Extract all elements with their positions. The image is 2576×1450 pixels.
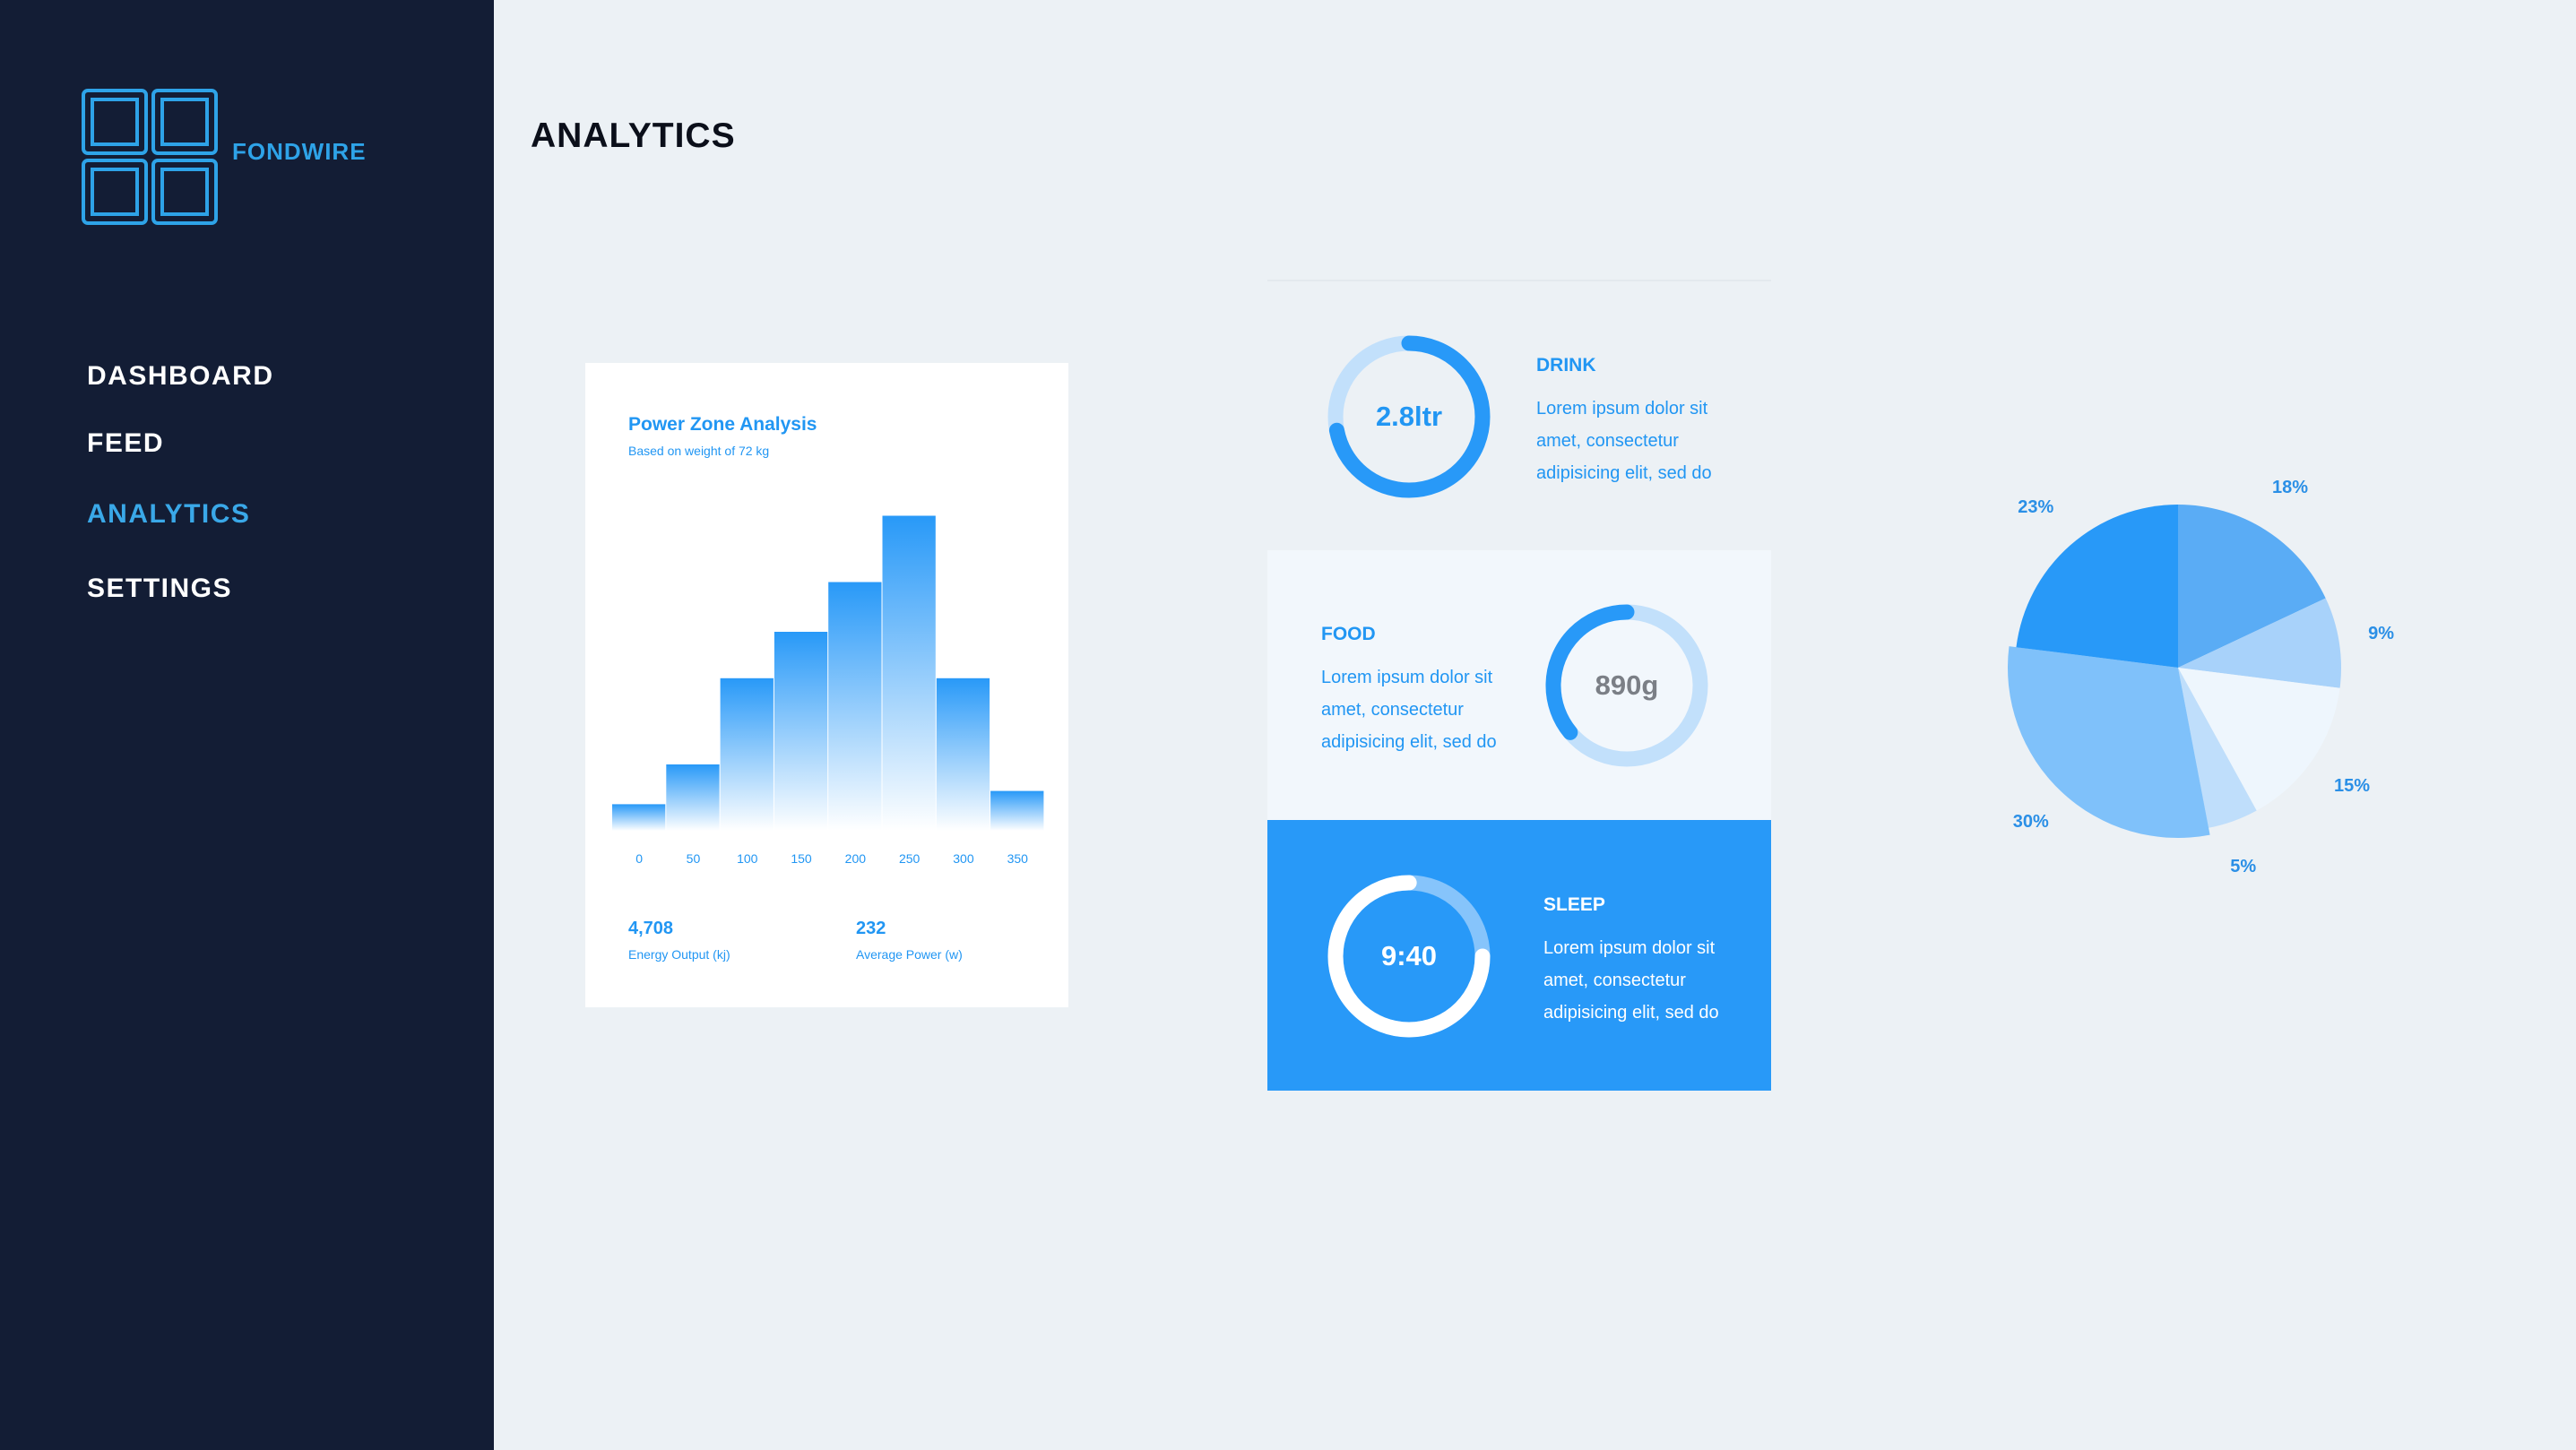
drink-value: 2.8ltr	[1375, 401, 1443, 432]
x-tick-label: 300	[953, 851, 974, 866]
nav-item-analytics[interactable]: ANALYTICS	[87, 499, 250, 530]
sleep-panel: 9:40 SLEEP Lorem ipsum dolor sit amet, c…	[1267, 820, 1771, 1091]
sleep-text: Lorem ipsum dolor sit amet, consectetur …	[1543, 938, 1719, 1023]
power-histogram: 0 50 100 150 200 250 300 350	[612, 515, 1044, 866]
page-title: ANALYTICS	[531, 117, 736, 155]
pie-slice-label: 9%	[2368, 623, 2394, 643]
histogram-bar	[990, 790, 1044, 831]
sleep-heading: SLEEP	[1543, 894, 1605, 915]
nav-item-settings[interactable]: SETTINGS	[87, 574, 232, 604]
food-heading: FOOD	[1321, 624, 1376, 644]
histogram-bar	[666, 764, 720, 831]
histogram-bar	[882, 515, 936, 831]
histogram-bar	[612, 804, 666, 831]
drink-heading: DRINK	[1536, 355, 1596, 375]
drink-panel: 2.8ltr DRINK Lorem ipsum dolor sit amet,…	[1267, 281, 1771, 552]
pie-slice-label: 23%	[2018, 497, 2054, 518]
histogram-bar	[828, 582, 882, 831]
x-tick-label: 0	[635, 851, 643, 866]
sleep-value: 9:40	[1380, 940, 1438, 971]
grid-logo-icon	[82, 89, 218, 225]
average-power-value: 232	[856, 919, 886, 938]
food-text: Lorem ipsum dolor sit amet, consectetur …	[1321, 668, 1497, 752]
average-power-label: Average Power (w)	[856, 947, 963, 962]
x-tick-label: 100	[737, 851, 758, 866]
histogram-bar	[774, 632, 828, 831]
energy-output-label: Energy Output (kj)	[628, 947, 730, 962]
histogram-bar	[720, 678, 774, 831]
power-zone-card: Power Zone Analysis Based on weight of 7…	[585, 363, 1068, 1007]
x-tick-label: 200	[845, 851, 867, 866]
brand-name: FONDWIRE	[232, 138, 367, 165]
pie-slice-label: 5%	[2230, 856, 2257, 876]
drink-text: Lorem ipsum dolor sit amet, consectetur …	[1536, 399, 1712, 483]
food-panel: 890g FOOD Lorem ipsum dolor sit amet, co…	[1267, 550, 1771, 821]
sidebar: FONDWIRE DASHBOARD FEED ANALYTICS SETTIN…	[0, 0, 494, 1450]
energy-output-value: 4,708	[628, 919, 674, 938]
x-tick-label: 250	[899, 851, 921, 866]
pie-slice	[2016, 505, 2178, 668]
pie-slice-label: 15%	[2334, 776, 2371, 797]
pie-slice-label: 18%	[2271, 477, 2309, 497]
x-tick-label: 150	[791, 851, 812, 866]
food-value: 890g	[1595, 669, 1659, 701]
nav-item-feed[interactable]: FEED	[87, 428, 164, 459]
histogram-bar	[936, 678, 990, 831]
nav-item-dashboard[interactable]: DASHBOARD	[87, 361, 274, 392]
x-tick-label: 350	[1007, 851, 1029, 866]
pie-slice-label: 30%	[2012, 811, 2049, 832]
x-tick-label: 50	[687, 851, 701, 866]
